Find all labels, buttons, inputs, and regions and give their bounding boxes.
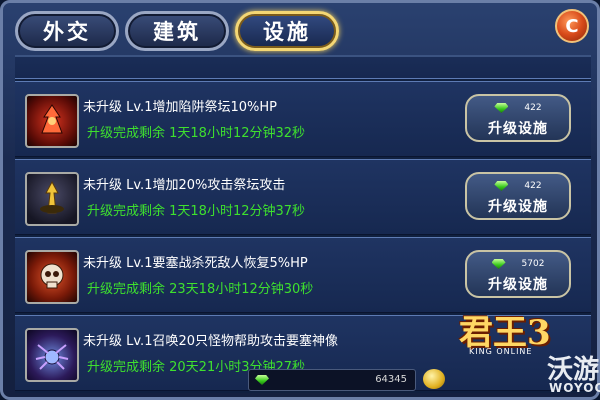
green-gem-icon	[494, 181, 509, 191]
trap-altar-icon	[25, 94, 79, 148]
upgrade-facility-button[interactable]: 422 升级设施	[465, 94, 571, 142]
upgrade-button-label: 升级设施	[488, 199, 548, 215]
tab-bar: 外交 建筑 设施	[15, 11, 339, 53]
green-gem-icon	[494, 103, 509, 113]
fortress-skull-icon	[25, 250, 79, 304]
facility-window: 外交 建筑 设施 C 未升级 Lv.1增加陷阱祭坛10%HP 升级完成剩余 1天…	[0, 0, 600, 400]
upgrade-cost: 422	[524, 181, 542, 191]
tab-facilities[interactable]: 设施	[235, 11, 339, 51]
facility-title: 未升级 Lv.1增加20%攻击祭坛攻击	[83, 178, 286, 193]
tab-buildings[interactable]: 建筑	[125, 11, 229, 51]
summon-spider-icon	[25, 328, 79, 382]
gem-balance: 64345	[248, 369, 416, 391]
upgrade-timer: 升级完成剩余 23天18小时12分钟30秒	[87, 282, 314, 297]
tab-diplomacy[interactable]: 外交	[15, 11, 119, 51]
upgrade-cost: 422	[524, 103, 542, 113]
gold-coin-icon[interactable]	[423, 369, 445, 389]
upgrade-button-label: 升级设施	[488, 121, 548, 137]
green-gem-icon	[255, 375, 269, 385]
facility-title: 未升级 Lv.1要塞战杀死敌人恢复5%HP	[83, 256, 308, 271]
facility-title: 未升级 Lv.1召唤20只怪物帮助攻击要塞神像	[83, 334, 339, 349]
upgrade-cost: 5702	[521, 259, 545, 269]
game-logo: 君王3 KING ONLINE 沃游 WOYOO	[455, 303, 600, 400]
close-icon: C	[565, 15, 579, 37]
upgrade-facility-button[interactable]: 422 升级设施	[465, 172, 571, 220]
list-item: 未升级 Lv.1增加陷阱祭坛10%HP 升级完成剩余 1天18小时12分钟32秒…	[15, 81, 591, 157]
list-item-partial	[15, 57, 591, 79]
upgrade-timer: 升级完成剩余 1天18小时12分钟37秒	[87, 204, 306, 219]
upgrade-button-label: 升级设施	[488, 277, 548, 293]
green-gem-icon	[491, 259, 506, 269]
upgrade-timer: 升级完成剩余 1天18小时12分钟32秒	[87, 126, 306, 141]
logo-subtitle: KING ONLINE	[469, 347, 533, 356]
facility-title: 未升级 Lv.1增加陷阱祭坛10%HP	[83, 100, 277, 115]
close-button[interactable]: C	[555, 9, 589, 43]
attack-altar-icon	[25, 172, 79, 226]
upgrade-facility-button[interactable]: 5702 升级设施	[465, 250, 571, 298]
gem-count: 64345	[375, 374, 407, 385]
watermark-en: WOYOO	[549, 381, 600, 395]
list-item: 未升级 Lv.1增加20%攻击祭坛攻击 升级完成剩余 1天18小时12分钟37秒…	[15, 159, 591, 235]
list-item: 未升级 Lv.1要塞战杀死敌人恢复5%HP 升级完成剩余 23天18小时12分钟…	[15, 237, 591, 313]
